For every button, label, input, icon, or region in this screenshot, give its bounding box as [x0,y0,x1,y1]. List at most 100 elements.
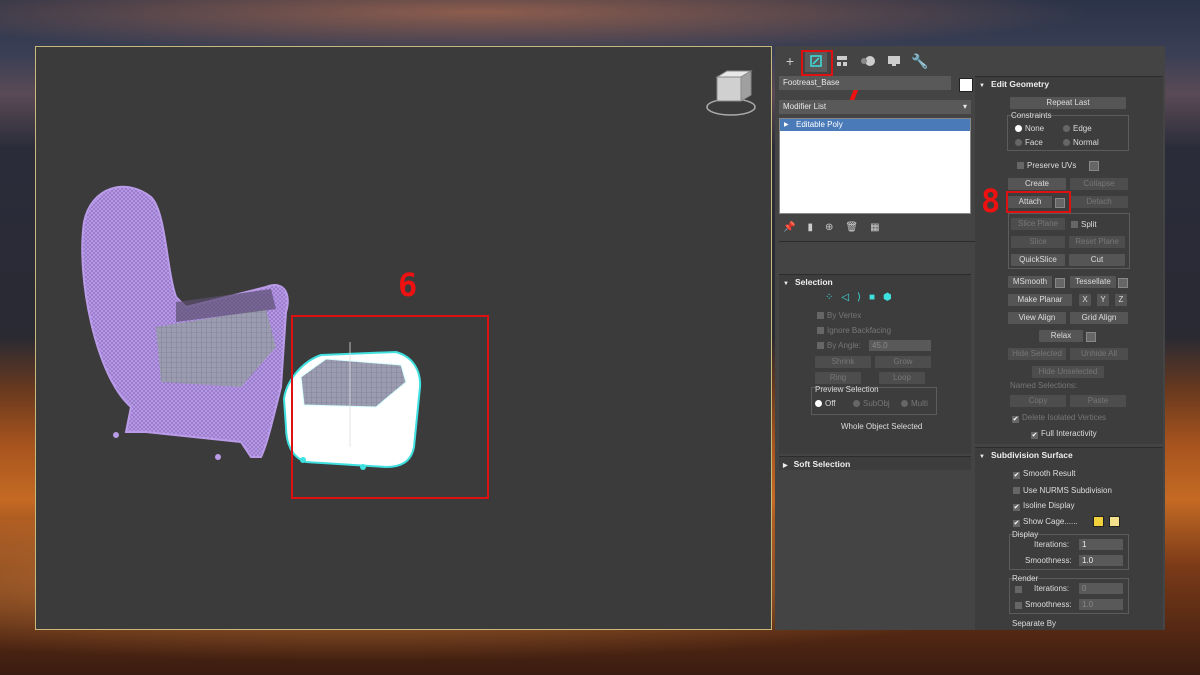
make-planar-button[interactable]: Make Planar [1008,294,1072,306]
hide-selected-button[interactable]: Hide Selected [1008,348,1066,360]
reset-plane-button[interactable]: Reset Plane [1069,236,1125,248]
relax-button[interactable]: Relax [1039,330,1083,342]
full-interactivity-checkbox[interactable]: ✔ Full Interactivity [1031,429,1097,439]
tessellate-button[interactable]: Tessellate [1070,276,1116,288]
relax-settings-icon[interactable] [1086,332,1096,342]
subdivision-header[interactable]: ▼ Subdivision Surface [975,448,1163,462]
grid-align-button[interactable]: Grid Align [1070,312,1128,324]
edge-mode-icon[interactable]: ◁ [841,292,849,303]
armchair-mesh[interactable] [81,185,289,460]
view-align-button[interactable]: View Align [1008,312,1066,324]
perspective-viewport[interactable]: 6 [35,46,772,630]
constraint-none-radio[interactable]: None [1015,124,1044,133]
remove-modifier-icon[interactable]: 🗑 [845,222,858,233]
element-mode-icon[interactable]: ⬢ [883,292,892,303]
modifier-list-dropdown[interactable]: Modifier List ▾ [779,100,971,114]
display-label: Display [1012,530,1039,539]
render-iterations-checkbox[interactable] [1015,585,1025,594]
msmooth-button[interactable]: MSmooth [1008,276,1052,288]
planar-x-button[interactable]: X [1079,294,1091,306]
display-iterations-spinner[interactable]: 1 [1079,539,1123,550]
repeat-last-button[interactable]: Repeat Last [1010,97,1126,109]
collapse-button[interactable]: Collapse [1070,178,1128,190]
configure-modifiers-icon[interactable]: ▦ [870,222,879,233]
hierarchy-tab-icon[interactable] [831,50,853,72]
vertex-mode-icon[interactable]: ⁘ [825,292,833,303]
motion-tab-icon[interactable] [857,50,879,72]
planar-z-button[interactable]: Z [1115,294,1127,306]
constraint-face-radio[interactable]: Face [1015,138,1043,147]
render-iterations-label: Iterations: [1034,584,1070,593]
ignore-backfacing-checkbox[interactable]: Ignore Backfacing [817,326,891,335]
preview-selection-label: Preview Selection [815,385,879,394]
cage-color-swatch-1[interactable] [1093,516,1104,527]
angle-spinner[interactable]: 45.0 [869,340,931,351]
render-iterations-spinner[interactable]: 0 [1079,583,1123,594]
annotation-label-8: 8 [981,182,1001,220]
planar-y-button[interactable]: Y [1097,294,1109,306]
utilities-tab-icon[interactable]: 🔧 [909,50,931,72]
preserve-uvs-checkbox[interactable]: Preserve UVs [1017,161,1076,170]
constraint-none-label: None [1025,124,1045,133]
show-cage-checkbox[interactable]: ✔ Show Cage...... [1013,517,1078,527]
isoline-display-checkbox[interactable]: ✔ Isoline Display [1013,501,1075,511]
pin-stack-icon[interactable]: 📌 [783,222,795,233]
detach-button[interactable]: Detach [1070,196,1128,208]
constraint-normal-radio[interactable]: Normal [1063,138,1099,147]
loop-button[interactable]: Loop [879,372,925,384]
panel-divider [779,241,975,242]
display-smoothness-spinner[interactable]: 1.0 [1079,555,1123,566]
by-angle-checkbox[interactable]: By Angle: [817,341,861,350]
constraint-edge-radio[interactable]: Edge [1063,124,1092,133]
create-button[interactable]: Create [1008,178,1066,190]
ring-button[interactable]: Ring [815,372,861,384]
smooth-result-checkbox[interactable]: ✔ Smooth Result [1013,469,1075,479]
shrink-button[interactable]: Shrink [815,356,871,368]
edit-geometry-header[interactable]: ▼ Edit Geometry [975,77,1163,91]
cage-color-swatch-2[interactable] [1109,516,1120,527]
soft-selection-header[interactable]: ▶ Soft Selection [779,457,971,471]
hide-unselected-button[interactable]: Hide Unselected [1032,366,1104,378]
modifier-stack[interactable]: ▶ Editable Poly [779,118,971,214]
modifier-list-label: Modifier List [783,102,827,111]
delete-isolated-checkbox[interactable]: ✔ Delete Isolated Vertices [1012,413,1106,423]
preview-multi-radio[interactable]: Multi [901,399,928,408]
create-tab-icon[interactable]: + [779,50,801,72]
tessellate-settings-icon[interactable] [1118,278,1128,288]
preserve-uvs-settings-icon[interactable] [1089,161,1099,171]
render-smoothness-label: Smoothness: [1025,600,1072,609]
selection-title: Selection [794,277,833,287]
preview-off-radio[interactable]: Off [815,399,836,408]
object-color-swatch[interactable] [959,78,973,92]
grow-button[interactable]: Grow [875,356,931,368]
smooth-result-label: Smooth Result [1023,469,1076,478]
render-smoothness-spinner[interactable]: 1.0 [1079,599,1123,610]
stack-item-editable-poly[interactable]: ▶ Editable Poly [780,119,970,131]
copy-button[interactable]: Copy [1010,395,1066,407]
cut-button[interactable]: Cut [1069,254,1125,266]
subdivision-surface-rollout: ▼ Subdivision Surface ✔ Smooth Result Use … [975,447,1163,630]
by-vertex-checkbox[interactable]: By Vertex [817,311,861,320]
preview-subobj-radio[interactable]: SubObj [853,399,890,408]
show-end-result-icon[interactable]: ▮ [807,222,813,233]
paste-button[interactable]: Paste [1070,395,1126,407]
msmooth-settings-icon[interactable] [1055,278,1065,288]
split-checkbox[interactable]: Split [1071,220,1097,229]
viewcube-icon[interactable] [706,70,756,116]
quickslice-button[interactable]: QuickSlice [1011,254,1065,266]
slice-plane-button[interactable]: Slice Plane [1011,218,1065,230]
make-unique-icon[interactable]: ⊕ [825,222,833,233]
slice-button[interactable]: Slice [1011,236,1065,248]
selection-rollout-header[interactable]: ▼ Selection [779,275,971,289]
display-iterations-label: Iterations: [1034,540,1070,549]
display-tab-icon[interactable] [883,50,905,72]
render-smoothness-checkbox[interactable] [1015,601,1025,610]
unhide-all-button[interactable]: Unhide All [1070,348,1128,360]
constraint-edge-label: Edge [1073,124,1092,133]
polygon-mode-icon[interactable]: ■ [869,292,875,303]
show-cage-label: Show Cage...... [1023,517,1078,526]
annotation-box-8 [1006,191,1071,213]
border-mode-icon[interactable]: ⟩ [857,292,861,303]
use-nurms-checkbox[interactable]: Use NURMS Subdivision [1013,486,1112,495]
object-name-field[interactable]: Footreast_Base [779,76,951,90]
